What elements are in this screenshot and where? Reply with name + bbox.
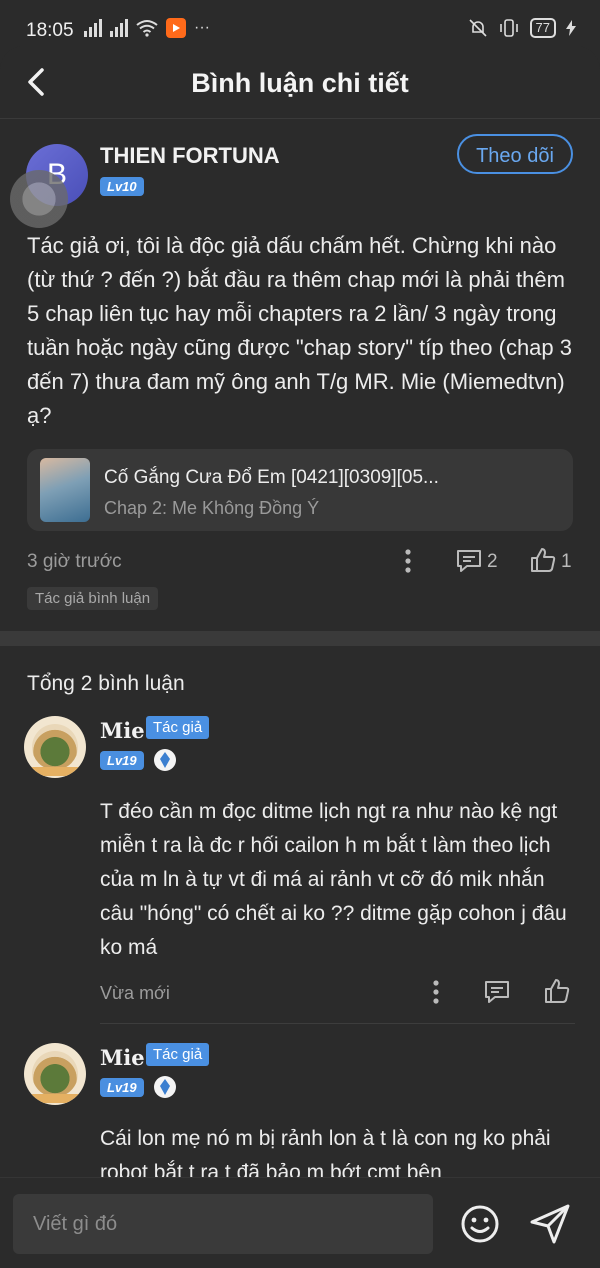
comment-username[interactable]: THIEN FORTUNA <box>100 143 280 169</box>
reply-time: Vừa mới <box>100 983 170 1003</box>
status-icons-left: ··· <box>84 18 210 38</box>
follow-button[interactable]: Theo dõi <box>457 134 573 174</box>
comment-composer <box>0 1177 600 1268</box>
author-badge: Tác giả <box>146 716 210 739</box>
vibrate-icon <box>499 19 518 37</box>
reply-text: T đéo cần m đọc ditme lịch ngt ra như nà… <box>100 800 567 959</box>
send-icon[interactable] <box>528 1202 572 1246</box>
wifi-icon <box>136 20 158 37</box>
comment-text: Tác giả ơi, tôi là độc giả dấu chấm hết.… <box>27 233 572 428</box>
diamond-icon <box>154 749 176 771</box>
emoji-icon[interactable] <box>460 1204 500 1244</box>
level-badge: Lv19 <box>100 751 144 770</box>
header-divider <box>0 118 600 119</box>
page-title: Bình luận chi tiết <box>191 68 409 98</box>
like-icon[interactable] <box>529 546 557 574</box>
chapter-thumbnail <box>40 458 90 522</box>
like-count: 1 <box>561 551 572 572</box>
comment-time: 3 giờ trước <box>27 551 122 572</box>
more-dots-icon: ··· <box>194 19 210 36</box>
reply-icon[interactable] <box>483 979 511 1005</box>
reply-divider <box>100 1023 575 1024</box>
level-badge: Lv10 <box>100 177 144 196</box>
chapter-subtitle: Chap 2: Me Không Đồng Ý <box>104 498 320 518</box>
like-icon[interactable] <box>543 977 571 1005</box>
chapter-card[interactable]: Cố Gắng Cưa Đổ Em [0421][0309][05... Cha… <box>27 449 573 531</box>
author-comment-tag: Tác giả bình luận <box>27 587 159 610</box>
avatar[interactable] <box>24 1043 86 1105</box>
section-divider <box>0 631 600 646</box>
floating-assistive-button[interactable] <box>10 170 68 228</box>
reply-username[interactable]: Mie <box>100 718 145 743</box>
chapter-title: Cố Gắng Cưa Đổ Em [0421][0309][05... <box>104 467 439 488</box>
charging-icon <box>566 20 576 36</box>
replies-count-header: Tổng 2 bình luận <box>27 672 185 695</box>
header: Bình luận chi tiết <box>0 46 600 118</box>
diamond-icon <box>154 1076 176 1098</box>
signal-icon <box>110 19 128 37</box>
reply-text: Cái lon mẹ nó m bị rảnh lon à t là con n… <box>100 1127 551 1177</box>
reply-username[interactable]: Mie <box>100 1045 145 1070</box>
reply-count: 2 <box>487 551 498 572</box>
play-app-icon <box>166 18 186 38</box>
more-options-icon[interactable] <box>429 979 443 1005</box>
battery-icon: 77 <box>529 18 556 38</box>
mute-bell-icon <box>468 19 487 37</box>
comment-input[interactable] <box>13 1194 433 1254</box>
reply-icon[interactable] <box>455 548 483 574</box>
author-badge: Tác giả <box>146 1043 210 1066</box>
signal-icon <box>84 19 102 37</box>
level-badge: Lv19 <box>100 1078 144 1097</box>
more-options-icon[interactable] <box>401 548 415 574</box>
status-time: 18:05 <box>26 20 74 41</box>
avatar[interactable] <box>24 716 86 778</box>
status-icons-right: 77 <box>468 18 576 38</box>
